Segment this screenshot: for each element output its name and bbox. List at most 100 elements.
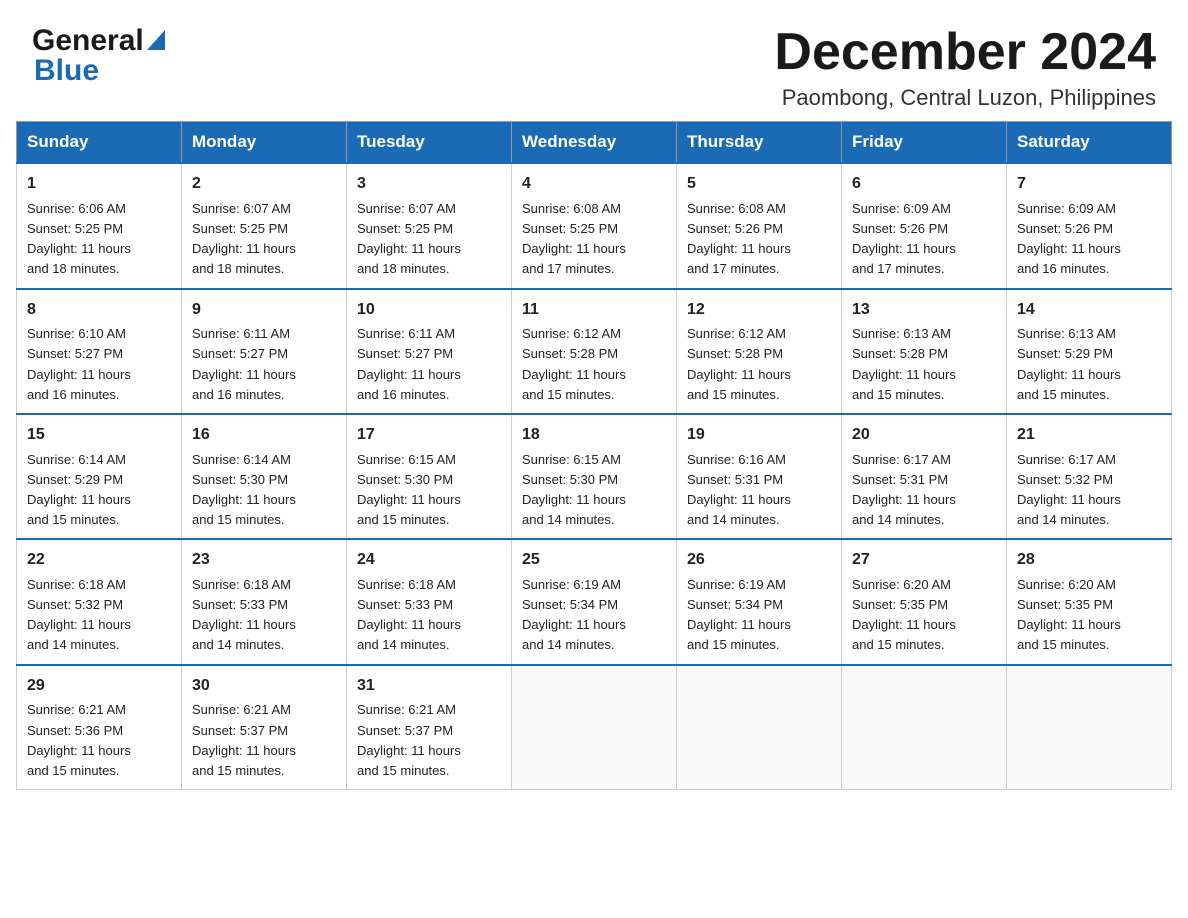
day-info: Sunrise: 6:21 AMSunset: 5:37 PMDaylight:…	[192, 702, 296, 777]
calendar-day-cell: 7 Sunrise: 6:09 AMSunset: 5:26 PMDaylight…	[1007, 163, 1172, 288]
calendar-day-cell: 2 Sunrise: 6:07 AMSunset: 5:25 PMDaylight…	[182, 163, 347, 288]
day-info: Sunrise: 6:18 AMSunset: 5:32 PMDaylight:…	[27, 577, 131, 652]
day-number: 15	[27, 423, 171, 448]
day-info: Sunrise: 6:09 AMSunset: 5:26 PMDaylight:…	[1017, 201, 1121, 276]
day-number: 14	[1017, 298, 1161, 323]
day-info: Sunrise: 6:14 AMSunset: 5:30 PMDaylight:…	[192, 452, 296, 527]
day-number: 25	[522, 548, 666, 573]
calendar-day-cell: 27Sunrise: 6:20 AMSunset: 5:35 PMDayligh…	[842, 539, 1007, 664]
day-info: Sunrise: 6:21 AMSunset: 5:36 PMDaylight:…	[27, 702, 131, 777]
day-info: Sunrise: 6:18 AMSunset: 5:33 PMDaylight:…	[357, 577, 461, 652]
calendar-wrapper: SundayMondayTuesdayWednesdayThursdayFrid…	[0, 121, 1188, 814]
day-number: 28	[1017, 548, 1161, 573]
calendar-day-cell	[842, 665, 1007, 790]
calendar-day-cell: 5Sunrise: 6:08 AMSunset: 5:26 PMDaylight…	[677, 163, 842, 288]
day-info: Sunrise: 6:07 AMSunset: 5:25 PMDaylight:…	[192, 201, 296, 276]
day-number: 22	[27, 548, 171, 573]
day-number: 26	[687, 548, 831, 573]
day-info: Sunrise: 6:20 AMSunset: 5:35 PMDaylight:…	[852, 577, 956, 652]
day-number: 4	[522, 172, 666, 197]
day-info: Sunrise: 6:12 AMSunset: 5:28 PMDaylight:…	[687, 326, 791, 401]
calendar-day-cell: 25Sunrise: 6:19 AMSunset: 5:34 PMDayligh…	[512, 539, 677, 664]
calendar-day-cell: 13 Sunrise: 6:13 AMSunset: 5:28 PMDayligh…	[842, 289, 1007, 414]
day-number: 3	[357, 172, 501, 197]
calendar-day-cell: 17 Sunrise: 6:15 AMSunset: 5:30 PMDayligh…	[347, 414, 512, 539]
day-info: Sunrise: 6:19 AMSunset: 5:34 PMDaylight:…	[687, 577, 791, 652]
day-number: 13	[852, 298, 996, 323]
calendar-day-cell: 6 Sunrise: 6:09 AMSunset: 5:26 PMDaylight…	[842, 163, 1007, 288]
calendar-day-cell: 21Sunrise: 6:17 AMSunset: 5:32 PMDayligh…	[1007, 414, 1172, 539]
calendar-day-cell	[512, 665, 677, 790]
calendar-day-header: Monday	[182, 122, 347, 164]
day-info: Sunrise: 6:07 AMSunset: 5:25 PMDaylight:…	[357, 201, 461, 276]
calendar-day-cell: 3 Sunrise: 6:07 AMSunset: 5:25 PMDaylight…	[347, 163, 512, 288]
calendar-week-row: 1Sunrise: 6:06 AMSunset: 5:25 PMDaylight…	[17, 163, 1172, 288]
calendar-week-row: 8 Sunrise: 6:10 AMSunset: 5:27 PMDaylight…	[17, 289, 1172, 414]
calendar-day-header: Wednesday	[512, 122, 677, 164]
day-number: 30	[192, 674, 336, 699]
calendar-day-cell: 10Sunrise: 6:11 AMSunset: 5:27 PMDayligh…	[347, 289, 512, 414]
day-info: Sunrise: 6:10 AMSunset: 5:27 PMDaylight:…	[27, 326, 131, 401]
calendar-day-cell: 8 Sunrise: 6:10 AMSunset: 5:27 PMDaylight…	[17, 289, 182, 414]
calendar-week-row: 15Sunrise: 6:14 AMSunset: 5:29 PMDayligh…	[17, 414, 1172, 539]
logo-triangle-icon	[147, 30, 165, 55]
day-info: Sunrise: 6:20 AMSunset: 5:35 PMDaylight:…	[1017, 577, 1121, 652]
day-number: 2	[192, 172, 336, 197]
calendar-week-row: 29 Sunrise: 6:21 AMSunset: 5:36 PMDayligh…	[17, 665, 1172, 790]
calendar-day-header: Thursday	[677, 122, 842, 164]
calendar-day-cell: 16 Sunrise: 6:14 AMSunset: 5:30 PMDayligh…	[182, 414, 347, 539]
day-number: 19	[687, 423, 831, 448]
day-number: 11	[522, 298, 666, 323]
calendar-table: SundayMondayTuesdayWednesdayThursdayFrid…	[16, 121, 1172, 790]
day-info: Sunrise: 6:11 AMSunset: 5:27 PMDaylight:…	[192, 326, 296, 401]
calendar-day-cell: 1Sunrise: 6:06 AMSunset: 5:25 PMDaylight…	[17, 163, 182, 288]
day-info: Sunrise: 6:15 AMSunset: 5:30 PMDaylight:…	[357, 452, 461, 527]
day-number: 18	[522, 423, 666, 448]
calendar-day-cell: 28 Sunrise: 6:20 AMSunset: 5:35 PMDayligh…	[1007, 539, 1172, 664]
calendar-day-cell: 15Sunrise: 6:14 AMSunset: 5:29 PMDayligh…	[17, 414, 182, 539]
logo: General Blue	[32, 24, 165, 88]
calendar-day-cell: 4 Sunrise: 6:08 AMSunset: 5:25 PMDaylight…	[512, 163, 677, 288]
day-info: Sunrise: 6:06 AMSunset: 5:25 PMDaylight:…	[27, 201, 131, 276]
day-info: Sunrise: 6:08 AMSunset: 5:25 PMDaylight:…	[522, 201, 626, 276]
day-number: 12	[687, 298, 831, 323]
calendar-day-cell: 9 Sunrise: 6:11 AMSunset: 5:27 PMDaylight…	[182, 289, 347, 414]
calendar-subtitle: Paombong, Central Luzon, Philippines	[774, 85, 1156, 111]
calendar-day-cell: 11 Sunrise: 6:12 AMSunset: 5:28 PMDayligh…	[512, 289, 677, 414]
day-info: Sunrise: 6:09 AMSunset: 5:26 PMDaylight:…	[852, 201, 956, 276]
day-info: Sunrise: 6:13 AMSunset: 5:29 PMDaylight:…	[1017, 326, 1121, 401]
day-info: Sunrise: 6:21 AMSunset: 5:37 PMDaylight:…	[357, 702, 461, 777]
calendar-week-row: 22 Sunrise: 6:18 AMSunset: 5:32 PMDayligh…	[17, 539, 1172, 664]
day-info: Sunrise: 6:12 AMSunset: 5:28 PMDaylight:…	[522, 326, 626, 401]
day-info: Sunrise: 6:17 AMSunset: 5:31 PMDaylight:…	[852, 452, 956, 527]
title-block: December 2024 Paombong, Central Luzon, P…	[774, 24, 1156, 111]
day-number: 8	[27, 298, 171, 323]
day-number: 20	[852, 423, 996, 448]
calendar-day-cell: 23 Sunrise: 6:18 AMSunset: 5:33 PMDayligh…	[182, 539, 347, 664]
day-number: 23	[192, 548, 336, 573]
calendar-day-cell	[677, 665, 842, 790]
day-info: Sunrise: 6:13 AMSunset: 5:28 PMDaylight:…	[852, 326, 956, 401]
day-number: 6	[852, 172, 996, 197]
calendar-day-cell	[1007, 665, 1172, 790]
day-number: 31	[357, 674, 501, 699]
calendar-header-row: SundayMondayTuesdayWednesdayThursdayFrid…	[17, 122, 1172, 164]
day-info: Sunrise: 6:17 AMSunset: 5:32 PMDaylight:…	[1017, 452, 1121, 527]
day-number: 7	[1017, 172, 1161, 197]
day-number: 17	[357, 423, 501, 448]
day-info: Sunrise: 6:18 AMSunset: 5:33 PMDaylight:…	[192, 577, 296, 652]
calendar-day-header: Tuesday	[347, 122, 512, 164]
calendar-day-cell: 18Sunrise: 6:15 AMSunset: 5:30 PMDayligh…	[512, 414, 677, 539]
calendar-day-cell: 12 Sunrise: 6:12 AMSunset: 5:28 PMDayligh…	[677, 289, 842, 414]
day-number: 24	[357, 548, 501, 573]
logo-general-text: General	[32, 24, 144, 58]
day-number: 29	[27, 674, 171, 699]
day-number: 5	[687, 172, 831, 197]
calendar-day-header: Friday	[842, 122, 1007, 164]
calendar-title: December 2024	[774, 24, 1156, 81]
calendar-day-cell: 14 Sunrise: 6:13 AMSunset: 5:29 PMDayligh…	[1007, 289, 1172, 414]
calendar-day-cell: 30 Sunrise: 6:21 AMSunset: 5:37 PMDayligh…	[182, 665, 347, 790]
day-number: 16	[192, 423, 336, 448]
day-number: 9	[192, 298, 336, 323]
calendar-day-cell: 20 Sunrise: 6:17 AMSunset: 5:31 PMDayligh…	[842, 414, 1007, 539]
